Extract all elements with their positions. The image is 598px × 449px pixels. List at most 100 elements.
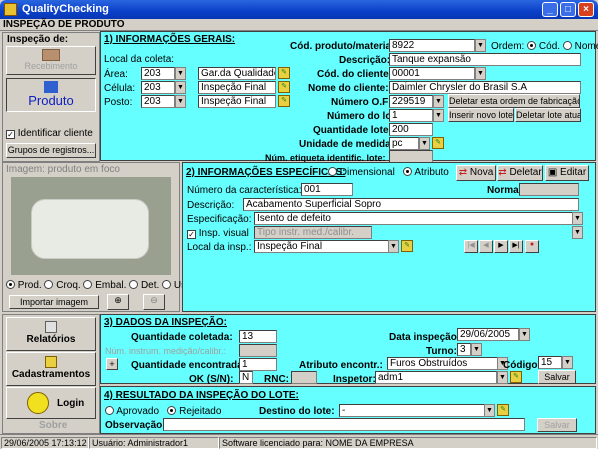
posto-code-field[interactable]: 203	[141, 95, 175, 108]
cadastramentos-button[interactable]: Cadastramentos	[6, 352, 96, 386]
destino-field[interactable]: -	[339, 404, 485, 417]
numero-of-field[interactable]: 229519	[389, 95, 433, 108]
posto-lookup-icon[interactable]: ✎	[278, 95, 290, 107]
inspetor-dropdown[interactable]: ▼	[497, 371, 508, 384]
radio-croq[interactable]	[44, 280, 54, 289]
nav-next-button[interactable]: ▶	[494, 240, 508, 253]
deletar-button[interactable]: ⇄ Deletar	[497, 165, 543, 181]
ordem-cod-radio[interactable]	[527, 41, 537, 50]
aprovado-radio[interactable]	[105, 406, 114, 415]
salvar-resultado-button[interactable]: Salvar	[537, 418, 577, 432]
insp-visual-check[interactable]: ✓	[187, 230, 196, 239]
nav-record-icon[interactable]: ●	[525, 240, 539, 253]
unidade-lookup-icon[interactable]: ✎	[432, 137, 444, 149]
inspetor-lookup-icon[interactable]: ✎	[510, 371, 522, 383]
radio-prod[interactable]	[6, 280, 15, 289]
data-inspecao-dropdown[interactable]: ▼	[519, 328, 530, 341]
salvar-dados-button[interactable]: Salvar	[538, 370, 576, 384]
destino-lookup-icon[interactable]: ✎	[497, 404, 509, 416]
sobre-label[interactable]: Sobre	[39, 420, 67, 431]
login-button[interactable]: Login	[6, 387, 96, 419]
cod-produto-field[interactable]: 8922	[389, 39, 475, 52]
window-title: QualityChecking	[22, 3, 109, 15]
zoom-in-icon[interactable]: ⊕	[107, 294, 129, 310]
atributo-encontr-field[interactable]: Furos Obstruídos	[387, 357, 501, 370]
deletar-of-button[interactable]: Deletar esta ordem de fabricação	[448, 94, 580, 108]
deletar-lote-button[interactable]: Deletar lote atual	[515, 108, 581, 122]
ok-field[interactable]: N	[239, 371, 253, 384]
identificar-cliente-check[interactable]: ✓	[6, 130, 15, 139]
radio-det[interactable]	[129, 280, 139, 289]
nav-prev-button[interactable]: ◀	[479, 240, 493, 253]
local-insp-dropdown[interactable]: ▼	[388, 240, 399, 253]
cod-cliente-dropdown[interactable]: ▼	[475, 67, 486, 80]
area-lookup-icon[interactable]: ✎	[278, 67, 290, 79]
num-instr-field[interactable]	[239, 344, 277, 357]
cod-produto-dropdown[interactable]: ▼	[475, 39, 486, 52]
qtd-encontrada-field[interactable]: 1	[239, 358, 277, 371]
maximize-button[interactable]: □	[560, 2, 576, 17]
num-instr-label: Núm. instrum. medição/calibr.:	[105, 346, 227, 356]
cod-cliente-field[interactable]: 00001	[389, 67, 475, 80]
nome-cliente-field[interactable]: Daimler Chrysler do Brasil S.A	[389, 81, 581, 94]
qtd-coletada-field[interactable]: 13	[239, 330, 277, 343]
recebimento-button[interactable]: Recebimento	[6, 46, 96, 75]
cod-produto-label: Cód. produto/material:	[290, 41, 398, 52]
codigo-field[interactable]: 15	[538, 356, 562, 369]
nova-button[interactable]: ⇄ Nova	[456, 165, 496, 181]
posto-dropdown[interactable]: ▼	[175, 95, 186, 108]
numero-lote-dropdown[interactable]: ▼	[433, 109, 444, 122]
grupos-registros-button[interactable]: Grupos de registros...	[6, 143, 96, 158]
num-car-field[interactable]: 001	[301, 183, 353, 196]
dimensional-radio[interactable]	[328, 167, 337, 176]
descricao-car-field[interactable]: Acabamento Superficial Sopro	[243, 198, 579, 211]
relatorios-button[interactable]: Relatórios	[6, 317, 96, 351]
importar-imagem-button[interactable]: Importar imagem	[9, 295, 99, 309]
atributo-radio[interactable]	[403, 167, 413, 176]
area-dropdown[interactable]: ▼	[175, 67, 186, 80]
num-car-label: Número da característica:	[187, 185, 302, 196]
editar-button[interactable]: ▣ Editar	[545, 165, 589, 181]
area-code-field[interactable]: 203	[141, 67, 175, 80]
minimize-button[interactable]: _	[542, 2, 558, 17]
especificacao-field[interactable]: Isento de defeito	[254, 212, 574, 225]
unidade-dropdown[interactable]: ▼	[419, 137, 430, 150]
inserir-lote-button[interactable]: Inserir novo lote	[448, 108, 514, 122]
especificacao-dropdown[interactable]: ▼	[572, 212, 583, 225]
turno-field[interactable]: 3	[457, 343, 471, 356]
close-button[interactable]: ×	[578, 2, 594, 17]
numero-lote-field[interactable]: 1	[389, 109, 433, 122]
codigo-dropdown[interactable]: ▼	[562, 356, 573, 369]
qtd-lote-field[interactable]: 200	[389, 123, 433, 136]
numero-of-dropdown[interactable]: ▼	[433, 95, 444, 108]
inspetor-field[interactable]: adm1	[375, 371, 497, 384]
plus-button[interactable]: +	[106, 358, 118, 370]
local-insp-field[interactable]: Inspeção Final	[254, 240, 394, 253]
radio-croq-label: Croq.	[56, 280, 81, 291]
celula-code-field[interactable]: 203	[141, 81, 175, 94]
zoom-out-icon[interactable]: ⊖	[143, 294, 165, 310]
rnc-field[interactable]	[291, 371, 317, 384]
radio-embal[interactable]	[83, 280, 93, 289]
data-inspecao-field[interactable]: 29/06/2005	[457, 328, 519, 341]
celula-lookup-icon[interactable]: ✎	[278, 81, 290, 93]
radio-prod-label: Prod.	[17, 280, 42, 291]
radio-uso[interactable]	[162, 280, 172, 289]
celula-dropdown[interactable]: ▼	[175, 81, 186, 94]
identificar-cliente-checkbox[interactable]: ✓ Identificar cliente	[6, 128, 93, 139]
ordem-nome-radio[interactable]	[562, 41, 572, 50]
insp-visual-checkbox[interactable]: ✓ Insp. visual	[187, 228, 249, 239]
local-insp-lookup-icon[interactable]: ✎	[401, 240, 413, 252]
turno-dropdown[interactable]: ▼	[471, 343, 482, 356]
nav-first-button[interactable]: |◀	[464, 240, 478, 253]
tipo-instr-dropdown[interactable]: ▼	[572, 226, 583, 239]
descricao-field[interactable]: Tanque expansão	[389, 53, 581, 66]
destino-dropdown[interactable]: ▼	[484, 404, 495, 417]
observacao-field[interactable]	[163, 418, 525, 431]
tipo-instr-field[interactable]: Tipo instr. med./calibr.	[254, 226, 372, 239]
produto-button[interactable]: Produto	[6, 78, 96, 112]
nav-last-button[interactable]: ▶|	[509, 240, 523, 253]
norma-field[interactable]	[519, 183, 579, 196]
unidade-field[interactable]: pc	[389, 137, 419, 150]
rejeitado-radio[interactable]	[167, 406, 177, 415]
